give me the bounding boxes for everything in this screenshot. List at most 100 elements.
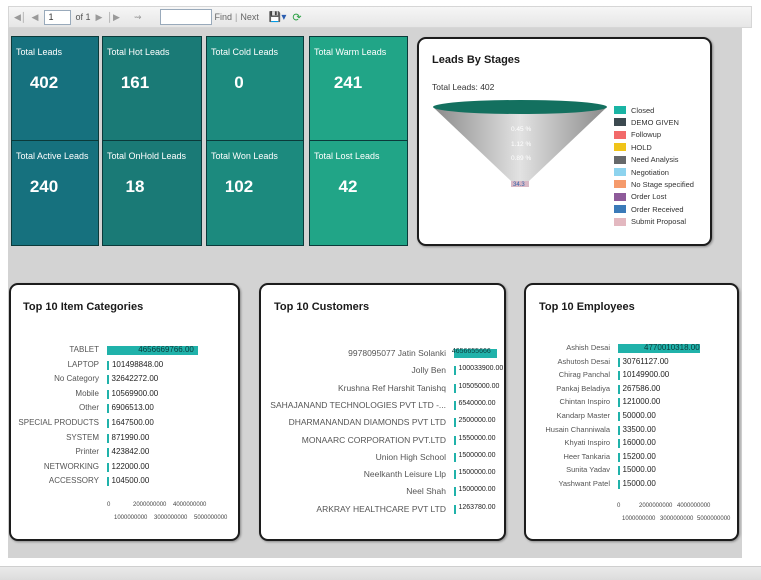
card-title: Top 10 Employees	[539, 301, 635, 313]
legend-label: Closed	[631, 105, 655, 115]
bar	[454, 383, 456, 393]
legend-swatch	[614, 118, 626, 127]
axis-tick-label: 3000000000	[660, 516, 694, 522]
kpi-tile-total-won-leads: Total Won Leads 102	[206, 140, 304, 246]
bar-category-label: Kandarp Master	[556, 411, 610, 420]
bar-value-label: 15000.00	[622, 465, 656, 475]
axis-tick-label: 3000000000	[154, 515, 188, 521]
bar	[107, 389, 109, 399]
bar-value-label: 104500.00	[111, 476, 150, 486]
legend-item: Order Received	[614, 204, 684, 214]
card-title: Top 10 Customers	[274, 301, 370, 313]
bar-category-label: LAPTOP	[67, 359, 99, 369]
bar-value-label: 267586.00	[622, 383, 661, 393]
bar-category-label: Jolly Ben	[411, 365, 447, 376]
kpi-value: 42	[338, 177, 358, 196]
legend-item: HOLD	[614, 142, 652, 152]
kpi-value: 0	[234, 73, 244, 92]
bar-value-label: 4656655666	[451, 348, 491, 355]
bar-value-label: 15200.00	[622, 451, 656, 461]
bar-category-label: Sunita Yadav	[566, 465, 610, 475]
bar	[618, 480, 620, 489]
bar-value-label: 10569900.00	[111, 388, 159, 398]
last-page-icon[interactable]: │▶	[107, 12, 120, 22]
bar	[618, 466, 620, 476]
legend-swatch	[614, 106, 626, 114]
bar-value-label: 122000.00	[111, 461, 150, 471]
bar	[107, 360, 109, 370]
legend-swatch	[614, 155, 626, 164]
kpi-tile-total-active-leads: Total Active Leads 240	[11, 140, 99, 246]
bar-category-label: DHARMANANDAN DIAMONDS PVT LTD	[288, 417, 446, 428]
next-page-icon[interactable]: ▶	[95, 12, 102, 22]
back-to-parent-icon[interactable]: ⇝	[134, 12, 142, 22]
first-page-icon[interactable]: ◀│	[14, 12, 27, 22]
bar-category-label: TABLET	[69, 345, 99, 354]
legend-label: Negotiation	[631, 167, 669, 177]
bar-value-label: 15000.00	[622, 479, 656, 488]
kpi-label: Total Warm Leads	[314, 47, 387, 57]
bar	[107, 477, 109, 487]
bar-value-label: 1500000.00	[458, 451, 496, 459]
card-title: Top 10 Item Categories	[23, 301, 144, 313]
bar-category-label: 9978095077 Jatin Solanki	[348, 348, 446, 358]
bar-category-label: SAHAJANAND TECHNOLOGIES PVT LTD -...	[270, 399, 446, 410]
find-next-link[interactable]: Next	[240, 12, 259, 22]
bar	[618, 371, 620, 381]
previous-page-icon[interactable]: ◀	[32, 12, 39, 22]
bar	[454, 400, 456, 410]
bar-category-label: No Category	[54, 374, 99, 384]
legend-item: Submit Proposal	[614, 217, 686, 227]
bar-value-label: 16000.00	[622, 438, 656, 448]
find-link[interactable]: Find	[215, 12, 233, 22]
bar-category-label: SPECIAL PRODUCTS	[18, 418, 99, 427]
kpi-tile-total-leads: Total Leads 402	[11, 36, 99, 142]
axis-tick-label: 2000000000	[133, 502, 167, 508]
bar-value-label: 1500000.00	[458, 486, 496, 494]
legend-item: Need Analysis	[614, 155, 679, 165]
bar-category-label: Ashish Desai	[566, 343, 610, 352]
bar	[454, 418, 456, 428]
axis-tick-label: 5000000000	[697, 516, 731, 522]
bar	[618, 384, 620, 394]
kpi-label: Total OnHold Leads	[107, 151, 187, 161]
bar-value-label: 50000.00	[622, 411, 656, 420]
funnel-slice-label: 34.3	[513, 182, 525, 188]
kpi-tile-total-warm-leads: Total Warm Leads 241	[309, 36, 408, 142]
bar-category-label: Yashwant Patel	[558, 479, 610, 488]
kpi-value: 161	[120, 73, 150, 92]
bar	[618, 452, 620, 462]
refresh-icon[interactable]: ⟳	[292, 11, 301, 24]
bar-category-label: Chirag Panchal	[558, 370, 610, 380]
kpi-tile-total-onhold-leads: Total OnHold Leads 18	[102, 140, 202, 246]
bar-value-label: 6906513.00	[111, 403, 154, 413]
bar-category-label: Khyati Inspiro	[564, 438, 610, 448]
dashboard-canvas: Total Leads 402 Total Hot Leads 161 Tota…	[8, 28, 742, 558]
legend-swatch	[614, 143, 626, 152]
bar	[454, 366, 456, 376]
bar-value-label: 1550000.00	[458, 434, 496, 442]
bar-category-label: ARKRAY HEALTHCARE PVT LTD	[316, 503, 446, 514]
axis-tick-label: 2000000000	[639, 503, 673, 509]
legend-label: Followup	[631, 130, 662, 140]
top-item-categories-card: Top 10 Item Categories TABLET 4656669766.…	[9, 283, 240, 541]
kpi-label: Total Active Leads	[16, 151, 89, 161]
total-leads-label: Total Leads: 402	[432, 82, 495, 92]
find-input[interactable]	[159, 9, 212, 25]
axis-tick-label: 0	[107, 502, 111, 508]
axis-tick-label: 1000000000	[114, 515, 148, 521]
bar-category-label: Chintan Inspiro	[559, 397, 610, 407]
top-customers-card: Top 10 Customers 9978095077 Jatin Solank…	[259, 283, 506, 541]
export-save-icon[interactable]: 💾▾	[269, 12, 286, 23]
find-separator: |	[235, 12, 238, 22]
kpi-label: Total Cold Leads	[211, 47, 279, 57]
bar	[107, 404, 109, 414]
bar-category-label: Husain Channiwala	[545, 424, 610, 434]
bar-category-label: SYSTEM	[66, 432, 99, 442]
bar	[107, 448, 109, 458]
bar-value-label: 32642272.00	[111, 374, 159, 384]
bar-value-label: 10149900.00	[622, 370, 670, 380]
kpi-value: 18	[125, 177, 145, 196]
page-number-input[interactable]	[44, 9, 72, 25]
bar-category-label: NETWORKING	[43, 461, 99, 471]
